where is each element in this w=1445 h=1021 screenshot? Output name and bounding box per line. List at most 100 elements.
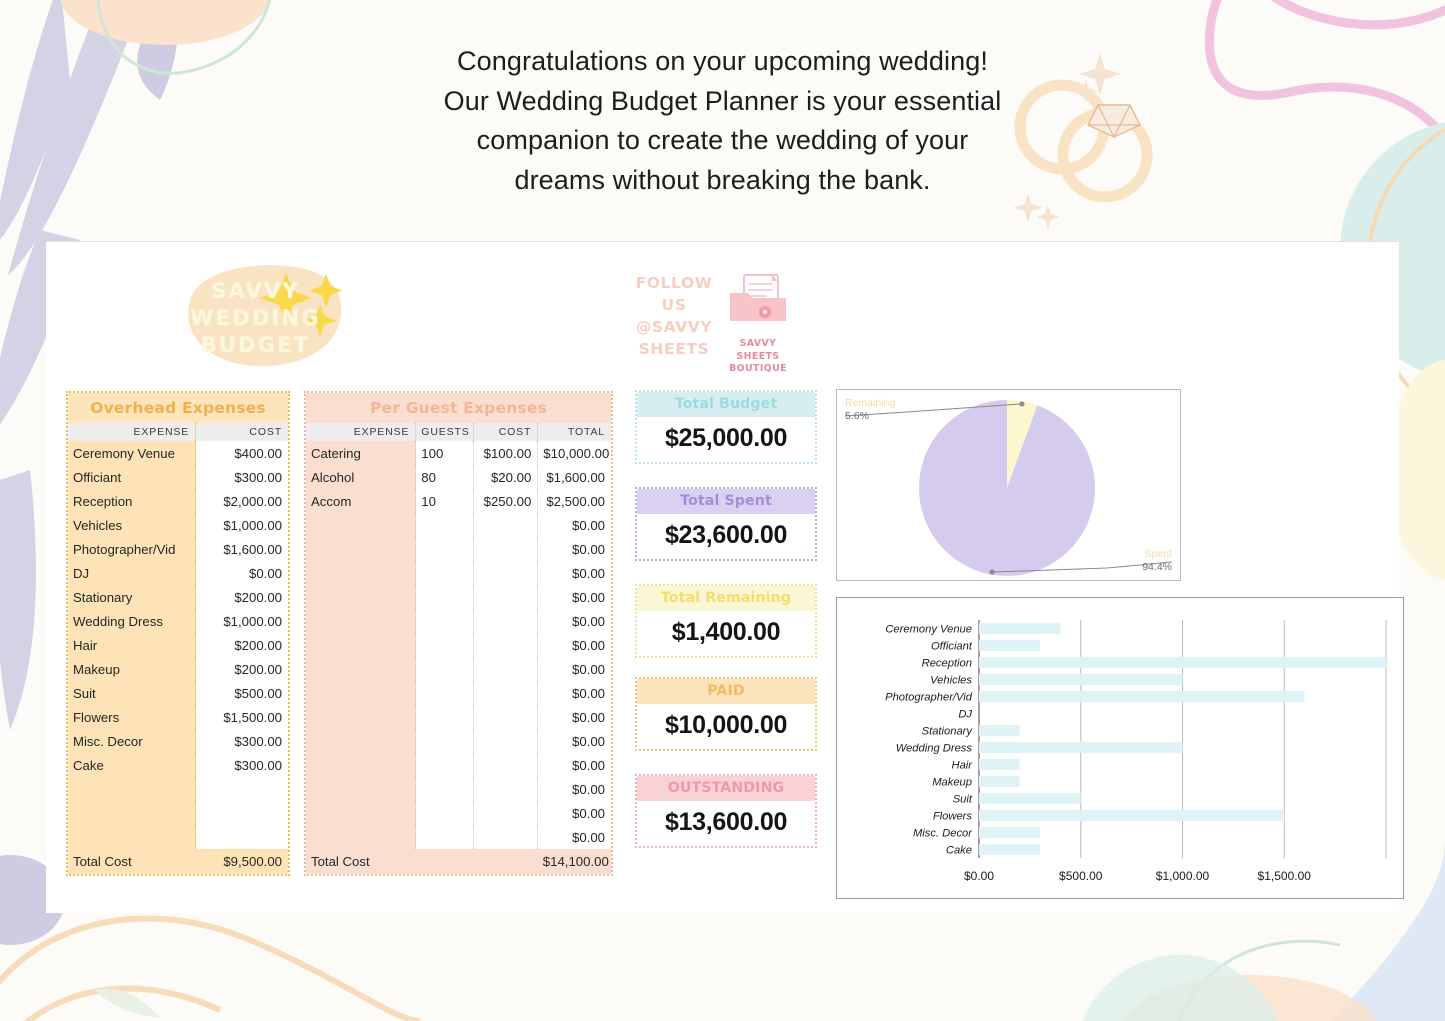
table-row[interactable]: Accom 10 $250.00 $2,500.00 xyxy=(306,489,611,513)
perguest-guests-cell[interactable]: 10 xyxy=(415,489,474,513)
overhead-cost-cell[interactable] xyxy=(195,801,288,825)
overhead-cost-cell[interactable]: $2,000.00 xyxy=(195,489,288,513)
table-row[interactable]: Hair $200.00 xyxy=(68,633,288,657)
perguest-cost-cell[interactable] xyxy=(473,801,538,825)
table-row[interactable]: $0.00 xyxy=(306,729,611,753)
overhead-expense-cell[interactable]: Hair xyxy=(68,633,196,657)
perguest-total-cell[interactable]: $0.00 xyxy=(537,513,611,537)
table-row[interactable] xyxy=(68,801,288,825)
perguest-cost-cell[interactable] xyxy=(473,657,538,681)
perguest-cost-cell[interactable] xyxy=(473,825,538,849)
overhead-expense-cell[interactable] xyxy=(68,801,196,825)
overhead-expense-cell[interactable]: DJ xyxy=(68,561,196,585)
table-row[interactable]: Stationary $200.00 xyxy=(68,585,288,609)
table-row[interactable]: DJ $0.00 xyxy=(68,561,288,585)
summary-card-total-spent[interactable]: Total Spent $23,600.00 xyxy=(635,487,817,561)
overhead-expense-cell[interactable]: Makeup xyxy=(68,657,196,681)
perguest-guests-cell[interactable] xyxy=(415,513,474,537)
table-row[interactable]: Makeup $200.00 xyxy=(68,657,288,681)
overhead-cost-cell[interactable]: $1,500.00 xyxy=(195,705,288,729)
perguest-expense-cell[interactable]: Alcohol xyxy=(306,465,416,489)
perguest-expense-cell[interactable] xyxy=(306,633,416,657)
overhead-expense-cell[interactable]: Vehicles xyxy=(68,513,196,537)
perguest-cost-cell[interactable] xyxy=(473,705,538,729)
table-row[interactable]: Suit $500.00 xyxy=(68,681,288,705)
table-row[interactable] xyxy=(68,777,288,801)
table-row[interactable]: $0.00 xyxy=(306,537,611,561)
overhead-cost-cell[interactable]: $400.00 xyxy=(195,441,288,465)
perguest-expense-cell[interactable] xyxy=(306,681,416,705)
perguest-guests-cell[interactable] xyxy=(415,657,474,681)
perguest-expense-cell[interactable] xyxy=(306,705,416,729)
perguest-expense-cell[interactable] xyxy=(306,585,416,609)
table-row[interactable]: $0.00 xyxy=(306,801,611,825)
table-row[interactable]: Catering 100 $100.00 $10,000.00 xyxy=(306,441,611,465)
perguest-cost-cell[interactable]: $250.00 xyxy=(473,489,538,513)
perguest-total-cell[interactable]: $0.00 xyxy=(537,705,611,729)
table-row[interactable]: Flowers $1,500.00 xyxy=(68,705,288,729)
summary-card-paid[interactable]: PAID $10,000.00 xyxy=(635,677,817,751)
perguest-guests-cell[interactable] xyxy=(415,705,474,729)
perguest-total-cell[interactable]: $0.00 xyxy=(537,537,611,561)
perguest-expense-cell[interactable]: Catering xyxy=(306,441,416,465)
table-row[interactable]: $0.00 xyxy=(306,609,611,633)
overhead-expense-cell[interactable]: Misc. Decor xyxy=(68,729,196,753)
table-row[interactable]: $0.00 xyxy=(306,585,611,609)
overhead-expense-cell[interactable]: Ceremony Venue xyxy=(68,441,196,465)
overhead-cost-cell[interactable]: $1,000.00 xyxy=(195,609,288,633)
perguest-expense-cell[interactable] xyxy=(306,537,416,561)
overhead-expense-cell[interactable]: Officiant xyxy=(68,465,196,489)
summary-card-total-remaining[interactable]: Total Remaining $1,400.00 xyxy=(635,584,817,658)
overhead-expense-cell[interactable]: Photographer/Vid xyxy=(68,537,196,561)
perguest-guests-cell[interactable] xyxy=(415,825,474,849)
perguest-expense-cell[interactable] xyxy=(306,825,416,849)
perguest-guests-cell[interactable] xyxy=(415,777,474,801)
summary-card-outstanding[interactable]: OUTSTANDING $13,600.00 xyxy=(635,774,817,848)
table-row[interactable]: $0.00 xyxy=(306,825,611,849)
overhead-expense-cell[interactable]: Cake xyxy=(68,753,196,777)
perguest-cost-cell[interactable] xyxy=(473,537,538,561)
perguest-total-cell[interactable]: $0.00 xyxy=(537,753,611,777)
table-row[interactable]: Officiant $300.00 xyxy=(68,465,288,489)
overhead-expense-cell[interactable]: Stationary xyxy=(68,585,196,609)
per-guest-expenses-table[interactable]: Per Guest Expenses EXPENSE GUESTS COST TOTA… xyxy=(304,391,613,876)
perguest-guests-cell[interactable] xyxy=(415,561,474,585)
perguest-expense-cell[interactable] xyxy=(306,657,416,681)
overhead-cost-cell[interactable]: $500.00 xyxy=(195,681,288,705)
perguest-guests-cell[interactable] xyxy=(415,801,474,825)
perguest-guests-cell[interactable] xyxy=(415,753,474,777)
perguest-total-cell[interactable]: $0.00 xyxy=(537,609,611,633)
table-row[interactable]: $0.00 xyxy=(306,633,611,657)
perguest-expense-cell[interactable] xyxy=(306,777,416,801)
table-row[interactable]: Misc. Decor $300.00 xyxy=(68,729,288,753)
table-row[interactable]: $0.00 xyxy=(306,777,611,801)
table-row[interactable]: $0.00 xyxy=(306,657,611,681)
perguest-cost-cell[interactable]: $20.00 xyxy=(473,465,538,489)
table-row[interactable]: $0.00 xyxy=(306,681,611,705)
perguest-cost-cell[interactable] xyxy=(473,753,538,777)
perguest-expense-cell[interactable] xyxy=(306,729,416,753)
perguest-expense-cell[interactable] xyxy=(306,801,416,825)
overhead-expense-cell[interactable] xyxy=(68,825,196,849)
perguest-expense-cell[interactable] xyxy=(306,753,416,777)
overhead-cost-cell[interactable]: $200.00 xyxy=(195,585,288,609)
perguest-total-cell[interactable]: $2,500.00 xyxy=(537,489,611,513)
perguest-cost-cell[interactable] xyxy=(473,729,538,753)
perguest-expense-cell[interactable] xyxy=(306,561,416,585)
perguest-guests-cell[interactable] xyxy=(415,609,474,633)
overhead-cost-cell[interactable]: $1,600.00 xyxy=(195,537,288,561)
perguest-guests-cell[interactable]: 100 xyxy=(415,441,474,465)
table-row[interactable]: $0.00 xyxy=(306,561,611,585)
table-row[interactable]: Vehicles $1,000.00 xyxy=(68,513,288,537)
overhead-cost-cell[interactable]: $300.00 xyxy=(195,729,288,753)
perguest-cost-cell[interactable] xyxy=(473,561,538,585)
perguest-total-cell[interactable]: $0.00 xyxy=(537,729,611,753)
overhead-expenses-table[interactable]: Overhead Expenses EXPENSE COST Ceremony Ve… xyxy=(66,391,290,876)
perguest-total-cell[interactable]: $0.00 xyxy=(537,777,611,801)
table-row[interactable]: Wedding Dress $1,000.00 xyxy=(68,609,288,633)
table-row[interactable] xyxy=(68,825,288,849)
perguest-guests-cell[interactable] xyxy=(415,729,474,753)
perguest-total-cell[interactable]: $1,600.00 xyxy=(537,465,611,489)
table-row[interactable]: Alcohol 80 $20.00 $1,600.00 xyxy=(306,465,611,489)
overhead-cost-cell[interactable]: $300.00 xyxy=(195,753,288,777)
